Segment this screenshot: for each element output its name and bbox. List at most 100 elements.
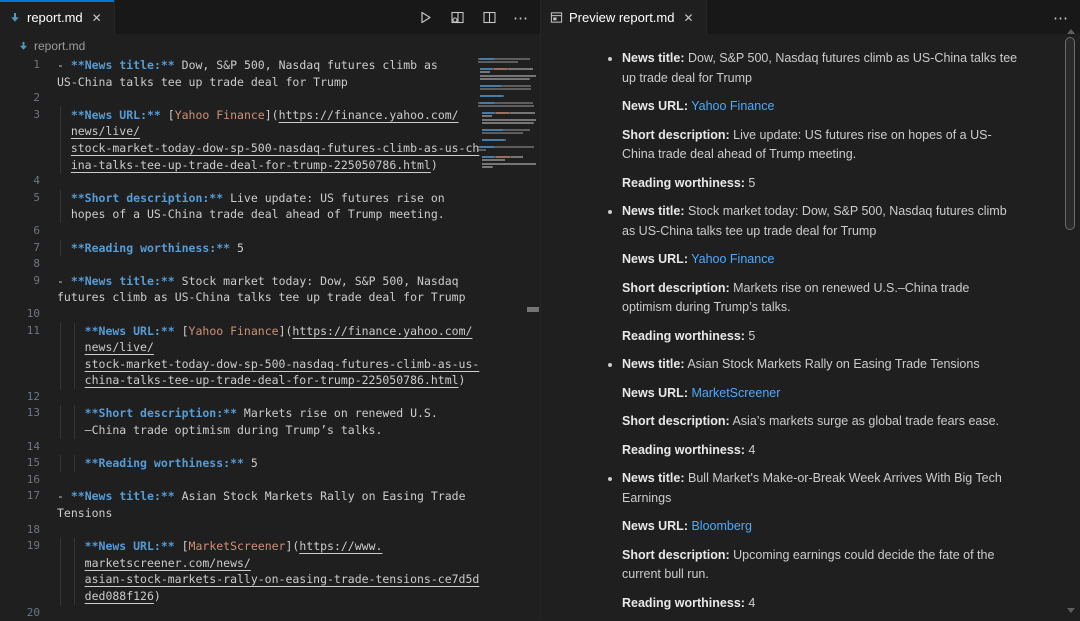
line-number[interactable] <box>0 123 57 140</box>
news-item: News title: Asian Stock Markets Rally on… <box>622 355 1020 460</box>
run-button[interactable] <box>414 7 436 29</box>
line-number[interactable]: 3 <box>0 107 57 124</box>
editor-row[interactable]: 4 <box>0 173 540 190</box>
editor-row[interactable]: 17- **News title:** Asian Stock Markets … <box>0 488 540 505</box>
editor-row[interactable]: futures climb as US-China talks tee up t… <box>0 289 540 306</box>
editor-row[interactable]: –China trade optimism during Trump’s tal… <box>0 422 540 439</box>
code-line: stock-market-today-dow-sp-500-nasdaq-fut… <box>57 140 479 157</box>
field-label: Reading worthiness: <box>622 329 745 343</box>
line-number[interactable]: 6 <box>0 223 57 240</box>
editor-row[interactable]: 12 <box>0 389 540 406</box>
editor-row[interactable]: stock-market-today-dow-sp-500-nasdaq-fut… <box>0 356 540 373</box>
editor-row[interactable]: 5**Short description:** Live update: US … <box>0 190 540 207</box>
line-number[interactable] <box>0 422 57 439</box>
line-number[interactable] <box>0 356 57 373</box>
editor-row[interactable]: 16 <box>0 472 540 489</box>
line-number[interactable]: 15 <box>0 455 57 472</box>
line-number[interactable]: 14 <box>0 439 57 456</box>
news-source-link[interactable]: Yahoo Finance <box>691 99 774 113</box>
editor-row[interactable]: asian-stock-markets-rally-on-easing-trad… <box>0 571 540 588</box>
code-line: stock-market-today-dow-sp-500-nasdaq-fut… <box>57 356 479 373</box>
editor-row[interactable]: Tensions <box>0 505 540 522</box>
field-label: Reading worthiness: <box>622 596 745 610</box>
split-editor-button[interactable] <box>478 7 500 29</box>
editor-row[interactable]: 13**Short description:** Markets rise on… <box>0 405 540 422</box>
editor-row[interactable]: 10 <box>0 306 540 323</box>
editor-row[interactable]: news/live/ <box>0 123 540 140</box>
news-source-link[interactable]: Bloomberg <box>691 519 751 533</box>
line-number[interactable] <box>0 74 57 91</box>
editor-row[interactable]: marketscreener.com/news/ <box>0 555 540 572</box>
editor-row[interactable]: 18 <box>0 522 540 539</box>
line-number[interactable] <box>0 571 57 588</box>
field-label: News URL: <box>622 386 688 400</box>
scroll-down-arrow[interactable] <box>1067 608 1075 613</box>
editor-row[interactable]: hopes of a US-China trade deal ahead of … <box>0 206 540 223</box>
line-number[interactable] <box>0 289 57 306</box>
editor-row[interactable]: 1- **News title:** Dow, S&P 500, Nasdaq … <box>0 57 540 74</box>
line-number[interactable]: 12 <box>0 389 57 406</box>
breadcrumb[interactable]: report.md <box>0 35 540 57</box>
field-label: Reading worthiness: <box>622 443 745 457</box>
editor-row[interactable]: 9- **News title:** Stock market today: D… <box>0 273 540 290</box>
line-number[interactable]: 19 <box>0 538 57 555</box>
line-number[interactable]: 4 <box>0 173 57 190</box>
editor-row[interactable]: 20 <box>0 605 540 621</box>
tab-bar-left: report.md ✕ <box>0 0 540 35</box>
more-actions-button[interactable]: ⋯ <box>1050 7 1072 29</box>
line-number[interactable]: 17 <box>0 488 57 505</box>
editor-row[interactable]: 11**News URL:** [Yahoo Finance](https://… <box>0 323 540 340</box>
news-source-link[interactable]: MarketScreener <box>691 386 780 400</box>
line-number[interactable]: 1 <box>0 57 57 74</box>
editor-row[interactable]: US-China talks tee up trade deal for Tru… <box>0 74 540 91</box>
editor-group-left: report.md ✕ <box>0 0 540 620</box>
scroll-up-arrow[interactable] <box>1067 29 1075 34</box>
line-number[interactable]: 8 <box>0 256 57 273</box>
editor-row[interactable]: 8 <box>0 256 540 273</box>
line-number[interactable]: 18 <box>0 522 57 539</box>
line-number[interactable]: 2 <box>0 90 57 107</box>
line-number[interactable] <box>0 505 57 522</box>
editor-row[interactable]: 15**Reading worthiness:** 5 <box>0 455 540 472</box>
scrollbar-thumb[interactable] <box>1065 37 1075 230</box>
field-label: Short description: <box>622 281 730 295</box>
editor-row[interactable]: 14 <box>0 439 540 456</box>
line-number[interactable] <box>0 588 57 605</box>
line-number[interactable] <box>0 372 57 389</box>
tab-report-md[interactable]: report.md ✕ <box>0 0 115 35</box>
line-number[interactable] <box>0 206 57 223</box>
editor-row[interactable]: 2 <box>0 90 540 107</box>
editor-row[interactable]: news/live/ <box>0 339 540 356</box>
line-number[interactable]: 5 <box>0 190 57 207</box>
editor-row[interactable]: 6 <box>0 223 540 240</box>
editor-row[interactable]: stock-market-today-dow-sp-500-nasdaq-fut… <box>0 140 540 157</box>
close-icon[interactable]: ✕ <box>89 11 105 25</box>
close-icon[interactable]: ✕ <box>680 11 696 25</box>
line-number[interactable]: 16 <box>0 472 57 489</box>
minimap[interactable] <box>478 57 537 617</box>
line-number[interactable]: 7 <box>0 240 57 257</box>
line-number[interactable]: 20 <box>0 605 57 621</box>
markdown-preview[interactable]: News title: Dow, S&P 500, Nasdaq futures… <box>541 35 1080 620</box>
news-source-link[interactable]: Yahoo Finance <box>691 252 774 266</box>
editor-row[interactable]: china-talks-tee-up-trade-deal-for-trump-… <box>0 372 540 389</box>
line-number[interactable]: 13 <box>0 405 57 422</box>
line-number[interactable] <box>0 555 57 572</box>
editor-row[interactable]: 19**News URL:** [MarketScreener](https:/… <box>0 538 540 555</box>
more-actions-button[interactable]: ⋯ <box>510 7 532 29</box>
editor-row[interactable]: ina-talks-tee-up-trade-deal-for-trump-22… <box>0 157 540 174</box>
tab-preview-report-md[interactable]: Preview report.md ✕ <box>541 0 707 35</box>
code-line: **News URL:** [MarketScreener](https://w… <box>57 538 382 555</box>
line-number[interactable] <box>0 157 57 174</box>
line-number[interactable]: 9 <box>0 273 57 290</box>
line-number[interactable]: 11 <box>0 323 57 340</box>
line-number[interactable]: 10 <box>0 306 57 323</box>
news-list: News title: Dow, S&P 500, Nasdaq futures… <box>596 49 1020 613</box>
line-number[interactable] <box>0 140 57 157</box>
editor-row[interactable]: ded088f126) <box>0 588 540 605</box>
line-number[interactable] <box>0 339 57 356</box>
open-preview-side-button[interactable] <box>446 7 468 29</box>
editor-row[interactable]: 7**Reading worthiness:** 5 <box>0 240 540 257</box>
editor-row[interactable]: 3**News URL:** [Yahoo Finance](https://f… <box>0 107 540 124</box>
editor[interactable]: 1- **News title:** Dow, S&P 500, Nasdaq … <box>0 57 540 620</box>
